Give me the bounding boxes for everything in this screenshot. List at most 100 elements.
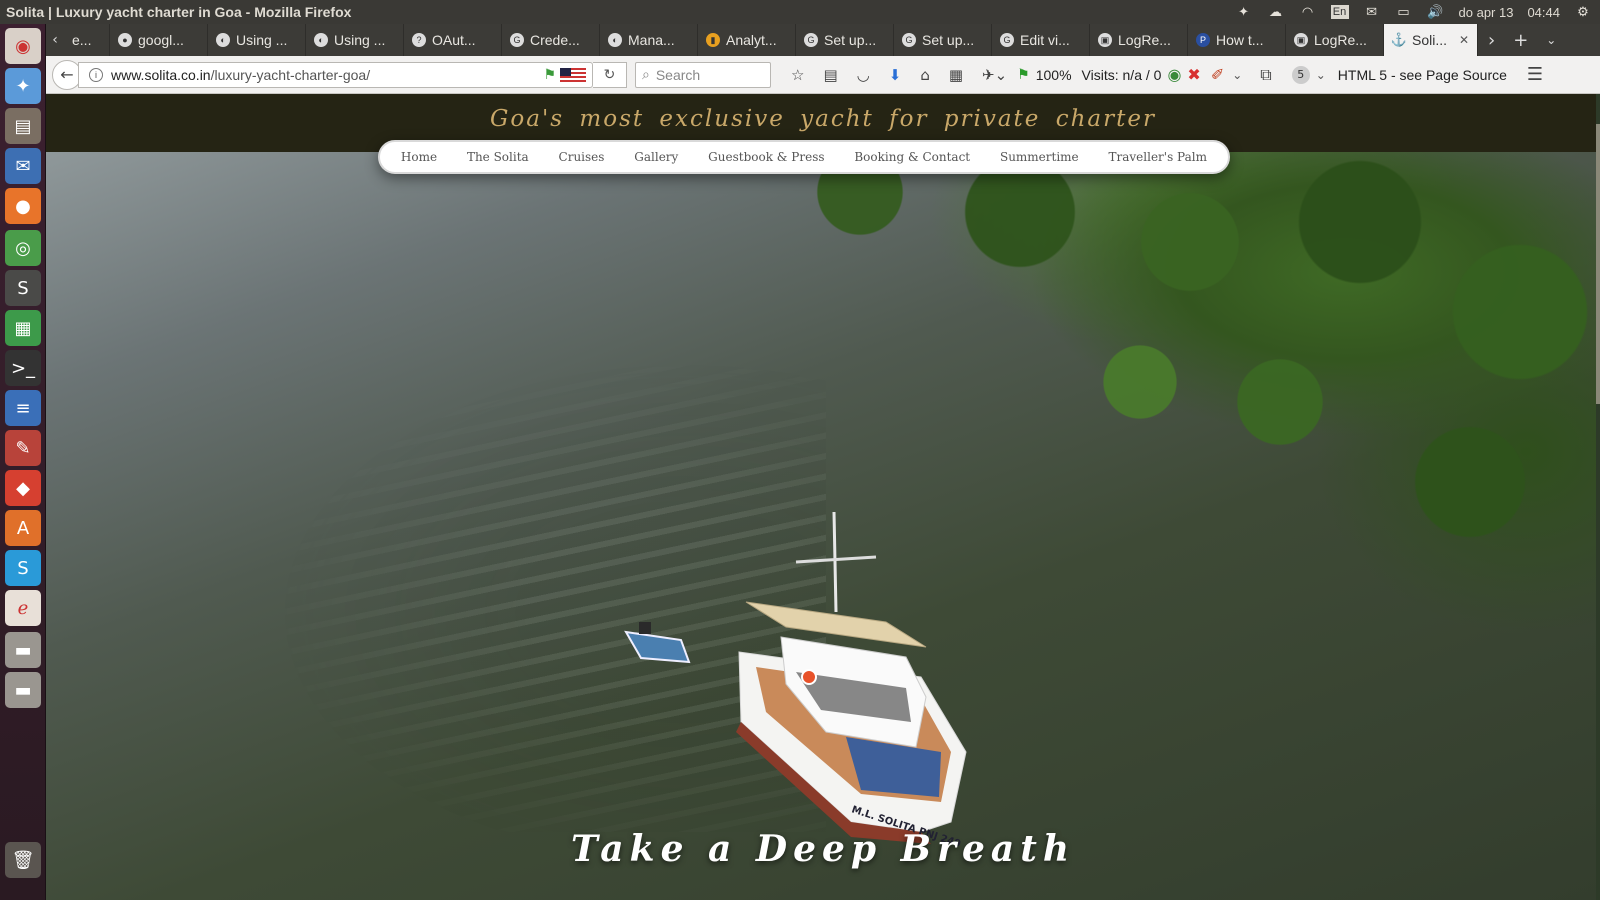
browser-tab[interactable]: ◐ Using ... [306, 24, 404, 56]
gear-icon[interactable]: ⚙ [1574, 4, 1592, 19]
browser-tab[interactable]: ? OAut... [404, 24, 502, 56]
url-bar[interactable]: i www.solita.co.in/luxury-yacht-charter-… [78, 61, 593, 88]
git-icon[interactable]: ◆ [5, 470, 41, 506]
tab-label: LogRe... [1314, 32, 1367, 48]
nav-travellers-palm[interactable]: Traveller's Palm [1109, 150, 1207, 164]
nav-guestbook-press[interactable]: Guestbook & Press [708, 150, 824, 164]
reading-list-icon[interactable]: ▤ [823, 66, 837, 84]
browser-tab[interactable]: e... [64, 24, 110, 56]
shotwell-icon[interactable]: ℯ [5, 590, 41, 626]
tab-label: Set up... [824, 32, 877, 48]
browser-tab[interactable]: ◐ Mana... [600, 24, 698, 56]
active-tab[interactable]: ⚓ Soli... ✕ [1384, 24, 1478, 56]
settings-icon[interactable]: ✎ [5, 430, 41, 466]
search-placeholder: Search [655, 66, 701, 83]
nav-booking-contact[interactable]: Booking & Contact [854, 150, 970, 164]
terminal-icon[interactable]: >_ [5, 350, 41, 386]
thunderbird-icon[interactable]: ✉ [5, 148, 41, 184]
tab-label: googl... [138, 32, 184, 48]
site-tagline: Goa's most exclusive yacht for private c… [490, 106, 1156, 132]
system-title-bar: Solita | Luxury yacht charter in Goa - M… [0, 0, 1600, 24]
volume-icon[interactable]: 🔊 [1427, 4, 1445, 19]
chevron-down-icon[interactable]: ⌄ [1316, 68, 1326, 82]
nav-the-solita[interactable]: The Solita [467, 150, 529, 164]
web-page: Goa's most exclusive yacht for private c… [46, 94, 1600, 900]
badge-counter[interactable]: 5 [1291, 65, 1310, 84]
hamburger-menu-icon[interactable]: ☰ [1527, 64, 1543, 85]
red-x-icon[interactable]: ✖ [1187, 65, 1200, 84]
browser-tab[interactable]: G Set up... [894, 24, 992, 56]
firefox-icon[interactable]: ● [5, 188, 41, 224]
browser-tab[interactable]: G Crede... [502, 24, 600, 56]
tab-label: OAut... [432, 32, 476, 48]
file-cabinet-icon[interactable]: ▤ [5, 108, 41, 144]
browser-tab[interactable]: ▣ LogRe... [1286, 24, 1384, 56]
bookmark-star-icon[interactable]: ☆ [791, 66, 804, 84]
tab-label: LogRe... [1118, 32, 1171, 48]
pocket-icon[interactable]: ◡ [857, 66, 870, 84]
browser-tab[interactable]: ▣ LogRe... [1090, 24, 1188, 56]
nav-summertime[interactable]: Summertime [1000, 150, 1079, 164]
chevron-down-icon[interactable]: ⌄ [1546, 33, 1556, 47]
drive-icon[interactable]: ▬ [5, 632, 41, 668]
dropbox-icon[interactable]: ✦ [5, 68, 41, 104]
download-icon[interactable]: ⬇ [889, 66, 902, 84]
html-validator-status[interactable]: HTML 5 - see Page Source [1338, 67, 1507, 83]
mail-icon[interactable]: ✉ [1363, 4, 1381, 19]
browser-tab[interactable]: ● googl... [110, 24, 208, 56]
main-navigation: Home The Solita Cruises Gallery Guestboo… [378, 140, 1230, 174]
yacht-illustration: M.L. SOLITA PNJ 249 [624, 511, 967, 850]
chrome-icon[interactable]: ◎ [5, 230, 41, 266]
scrollbar-thumb[interactable] [1596, 124, 1600, 404]
green-flag-icon[interactable]: ⚑ [1017, 67, 1030, 83]
keyboard-layout-indicator[interactable]: En [1330, 5, 1349, 19]
extension-menu-icon[interactable]: ✈⌄ [982, 66, 1007, 84]
page-scrollbar[interactable] [1596, 94, 1600, 900]
info-icon[interactable]: i [89, 67, 103, 82]
tabs-scroll-left-icon[interactable]: ‹ [46, 24, 64, 56]
broom-icon[interactable]: ✐ [1211, 65, 1224, 84]
screenshot-icon[interactable]: ⧉ [1260, 65, 1271, 85]
hero-headline: Take a Deep Breath [570, 828, 1076, 870]
drive-icon-2[interactable]: ▬ [5, 672, 41, 708]
nav-gallery[interactable]: Gallery [634, 150, 678, 164]
chevron-down-icon[interactable]: ⌄ [1232, 68, 1242, 82]
close-tab-icon[interactable]: ✕ [1459, 33, 1469, 47]
document-icon[interactable]: ≡ [5, 390, 41, 426]
tab-label: Analyt... [726, 32, 777, 48]
us-flag-icon[interactable] [560, 67, 586, 82]
anchor-icon: ⚓ [1390, 32, 1408, 47]
dropbox-tray-icon[interactable]: ✦ [1235, 4, 1253, 19]
nav-cruises[interactable]: Cruises [559, 150, 605, 164]
browser-tab[interactable]: ▮ Analyt... [698, 24, 796, 56]
browser-tab[interactable]: G Set up... [796, 24, 894, 56]
software-center-icon[interactable]: A [5, 510, 41, 546]
browser-tab[interactable]: P How t... [1188, 24, 1286, 56]
reload-button[interactable]: ↻ [593, 61, 627, 88]
home-icon[interactable]: ⌂ [920, 66, 930, 84]
ubuntu-logo-icon[interactable]: ◉ [5, 28, 41, 64]
tab-label: Edit vi... [1020, 32, 1070, 48]
visits-counter[interactable]: Visits: n/a / 0 [1082, 67, 1162, 83]
skype-icon[interactable]: S [5, 550, 41, 586]
clock-time[interactable]: 04:44 [1527, 5, 1560, 20]
google-icon: G [902, 33, 916, 47]
browser-tab[interactable]: G Edit vi... [992, 24, 1090, 56]
green-flag-icon[interactable]: ⚑ [543, 66, 556, 83]
spreadsheet-icon[interactable]: ▦ [5, 310, 41, 346]
trash-icon[interactable]: 🗑 [5, 842, 41, 878]
new-tab-icon[interactable]: + [1513, 30, 1528, 51]
generic-icon: ◐ [608, 33, 622, 47]
battery-icon[interactable]: ▭ [1395, 4, 1413, 19]
zoom-level[interactable]: 100% [1036, 67, 1072, 83]
cloud-sync-icon[interactable]: ☁ [1267, 4, 1285, 19]
nav-home[interactable]: Home [401, 150, 437, 164]
frog-icon[interactable]: ◉ [1167, 65, 1181, 84]
tabs-scroll-right-icon[interactable]: › [1488, 30, 1495, 51]
clock-date[interactable]: do apr 13 [1459, 5, 1514, 20]
search-input[interactable]: ⌕ Search [635, 61, 771, 88]
browser-tab[interactable]: ◐ Using ... [208, 24, 306, 56]
sublime-text-icon[interactable]: S [5, 270, 41, 306]
wifi-icon[interactable]: ◠ [1299, 4, 1317, 19]
extension-icon[interactable]: ▦ [949, 66, 963, 84]
